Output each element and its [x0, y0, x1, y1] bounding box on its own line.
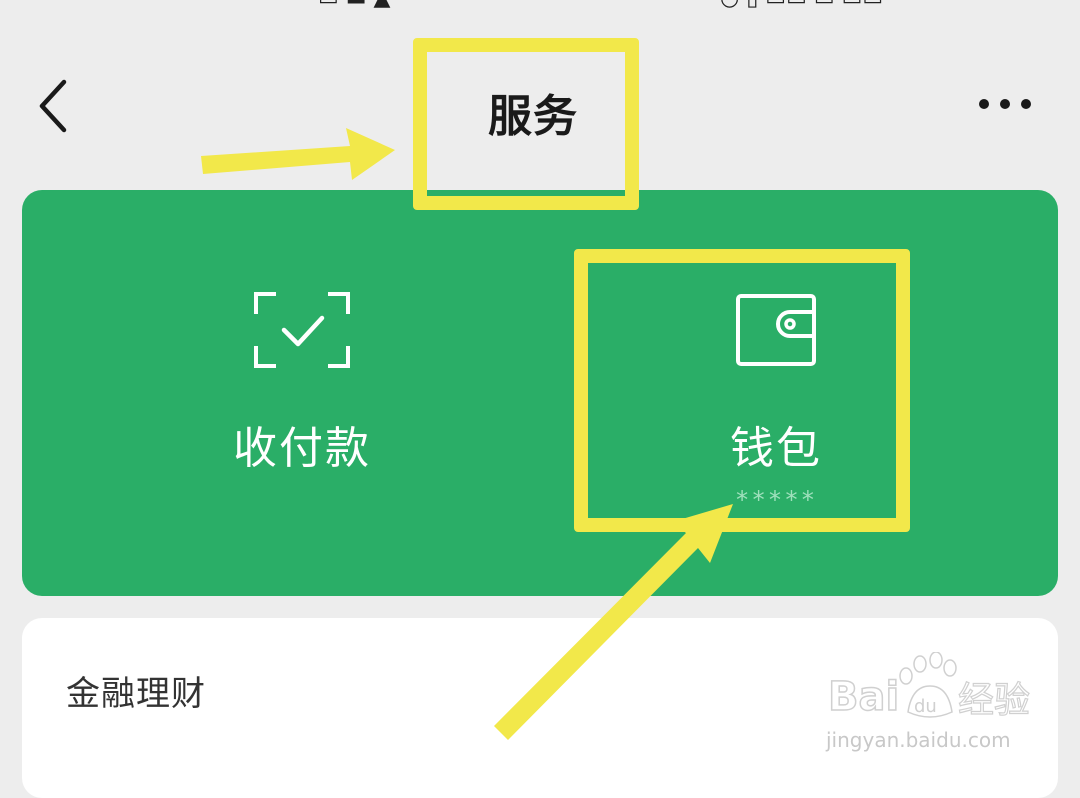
baidu-watermark: Bai du 经验 jingyan.baidu.com	[826, 651, 1036, 752]
status-bar: ▭ ▬ ▲ ◔ ▯ ▭▭ ▭ ▭▭	[0, 0, 1080, 10]
wallet-icon	[736, 294, 816, 366]
pay-tile[interactable]: 收付款	[102, 190, 502, 596]
scan-check-icon	[254, 292, 350, 368]
page-title: 服务	[488, 91, 578, 142]
status-bar-right: ◔ ▯ ▭▭ ▭ ▭▭	[720, 0, 883, 10]
nav-bar: 服务	[0, 40, 1080, 170]
svg-text:经验: 经验	[958, 680, 1030, 721]
more-button[interactable]	[974, 84, 1036, 124]
svg-text:du: du	[914, 696, 937, 717]
svg-text:Bai: Bai	[828, 674, 899, 720]
services-panel: 收付款 钱包 *****	[22, 190, 1058, 596]
back-button[interactable]	[30, 78, 80, 134]
watermark-url: jingyan.baidu.com	[826, 728, 1011, 752]
more-dots-icon	[979, 99, 1031, 109]
pay-label: 收付款	[233, 423, 371, 474]
wallet-tile[interactable]: 钱包 *****	[576, 190, 976, 596]
status-bar-left: ▭ ▬ ▲	[318, 0, 390, 10]
chevron-left-icon	[39, 79, 67, 133]
baidu-paw-logo: Bai du 经验	[827, 651, 1031, 722]
finance-section-title: 金融理财	[66, 674, 206, 714]
wallet-masked-balance: *****	[734, 486, 818, 514]
wallet-label: 钱包	[730, 423, 822, 474]
